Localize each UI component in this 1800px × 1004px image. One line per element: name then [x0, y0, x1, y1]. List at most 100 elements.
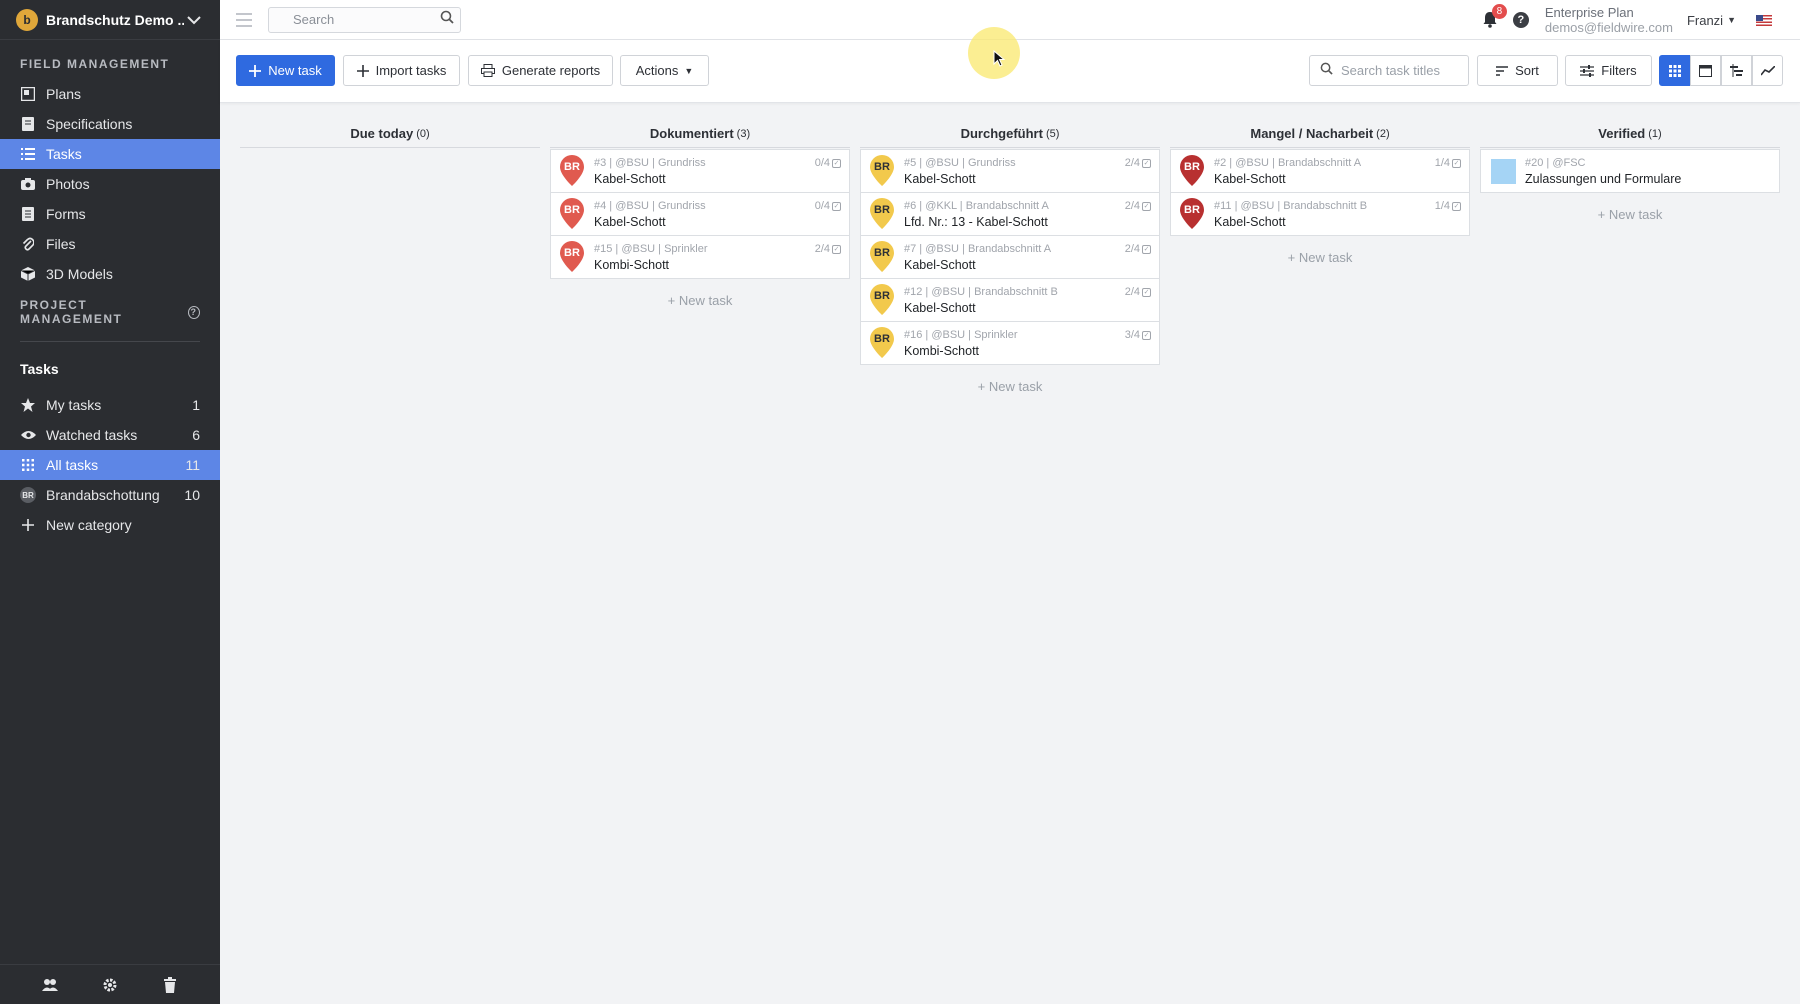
- project-logo: b: [16, 8, 38, 31]
- map-pin-icon: BR: [869, 327, 895, 359]
- checkbox-icon: ✓: [832, 201, 841, 211]
- task-title-search[interactable]: [1309, 55, 1469, 86]
- map-pin-icon: BR: [869, 284, 895, 316]
- column-count: (2): [1376, 127, 1390, 140]
- column-mangel-nacharbeit: Mangel / Nacharbeit (2) BR #2 | @BSU | Bran…: [1170, 120, 1470, 265]
- filters-button[interactable]: Filters: [1565, 55, 1652, 86]
- sidebar-item-count: 10: [184, 487, 200, 503]
- task-card[interactable]: BR #3 | @BSU | Grundriss Kabel-Schott 0/4 ✓: [550, 149, 850, 193]
- task-card[interactable]: BR #2 | @BSU | Brandabschnitt A Kabel-Scho…: [1170, 149, 1470, 193]
- sidebar-item-watched-tasks[interactable]: Watched tasks 6: [0, 420, 220, 450]
- card-list: BR #2 | @BSU | Brandabschnitt A Kabel-Scho…: [1170, 149, 1470, 236]
- new-task-button[interactable]: New task: [236, 55, 335, 86]
- pin-label: BR: [874, 161, 890, 173]
- checklist-count: 2/4: [1124, 286, 1140, 298]
- help-circle-icon[interactable]: ?: [187, 305, 200, 319]
- add-task-link[interactable]: + New task: [1170, 250, 1470, 265]
- sidebar-item-3d-models[interactable]: 3D Models: [0, 259, 220, 289]
- card-meta: #3 | @BSU | Grundriss: [594, 157, 706, 169]
- people-icon[interactable]: [41, 976, 59, 994]
- column-title: Due today: [350, 126, 414, 141]
- generate-reports-button[interactable]: Generate reports: [468, 55, 613, 86]
- chart-view-icon[interactable]: [1752, 55, 1783, 86]
- task-card[interactable]: BR #4 | @BSU | Grundriss Kabel-Schott 0/4 ✓: [550, 192, 850, 236]
- project-name: Brandschutz Demo ...: [46, 11, 184, 28]
- card-text: #12 | @BSU | Brandabschnitt B Kabel-Schot…: [904, 284, 1151, 316]
- import-tasks-button[interactable]: Import tasks: [343, 55, 460, 86]
- chevron-down-icon[interactable]: [184, 10, 204, 30]
- add-task-link[interactable]: + New task: [550, 293, 850, 308]
- card-meta: #16 | @BSU | Sprinkler: [904, 329, 1018, 341]
- add-task-link[interactable]: + New task: [1480, 207, 1780, 222]
- global-search[interactable]: [268, 6, 461, 33]
- plus-icon: [249, 64, 262, 77]
- pin-label: BR: [874, 333, 890, 345]
- sidebar-item-files[interactable]: Files: [0, 229, 220, 259]
- card-title: Kabel-Schott: [1214, 215, 1286, 229]
- hamburger-menu-icon[interactable]: [236, 12, 252, 27]
- pin-label: BR: [564, 161, 580, 173]
- us-flag-icon[interactable]: [1756, 14, 1772, 26]
- camera-icon: [20, 176, 36, 192]
- sidebar-item-my-tasks[interactable]: My tasks 1: [0, 390, 220, 420]
- checklist-count: 2/4: [1124, 200, 1140, 212]
- task-card[interactable]: BR #12 | @BSU | Brandabschnitt B Kabel-Sch…: [860, 278, 1160, 322]
- card-text: #20 | @FSC Zulassungen und Formulare: [1525, 155, 1771, 187]
- sidebar-item-all-tasks[interactable]: All tasks 11: [0, 450, 220, 480]
- sidebar-item-plans[interactable]: Plans: [0, 79, 220, 109]
- map-pin-icon: BR: [869, 155, 895, 187]
- plan-name: Enterprise Plan: [1544, 5, 1634, 20]
- card-title: Kombi-Schott: [904, 344, 980, 358]
- sidebar-item-photos[interactable]: Photos: [0, 169, 220, 199]
- card-meta: #15 | @BSU | Sprinkler: [594, 243, 708, 255]
- sort-button[interactable]: Sort: [1477, 55, 1558, 86]
- sidebar-item-brandabschottung[interactable]: BR Brandabschottung 10: [0, 480, 220, 510]
- calendar-view-icon[interactable]: [1690, 55, 1721, 86]
- task-card[interactable]: BR #11 | @BSU | Brandabschnitt B Kabel-Sch…: [1170, 192, 1470, 236]
- task-card[interactable]: BR #5 | @BSU | Grundriss Kabel-Schott 2/4 ✓: [860, 149, 1160, 193]
- checklist-progress: 2/4 ✓: [1125, 286, 1151, 298]
- search-input[interactable]: [293, 12, 440, 27]
- search-icon: [1320, 62, 1333, 80]
- task-card[interactable]: #20 | @FSC Zulassungen und Formulare: [1480, 149, 1780, 193]
- task-card[interactable]: BR #6 | @KKL | Brandabschnitt A Lfd. Nr.: …: [860, 192, 1160, 236]
- list-icon: [20, 146, 36, 162]
- sidebar-item-label: All tasks: [46, 457, 99, 473]
- pin-label: BR: [874, 247, 890, 259]
- caret-down-icon: ▼: [1727, 15, 1736, 25]
- plus-icon: [20, 517, 36, 533]
- user-menu[interactable]: Franzi ▼: [1687, 13, 1736, 28]
- card-meta: #2 | @BSU | Brandabschnitt A: [1214, 157, 1362, 169]
- task-search-input[interactable]: [1341, 63, 1461, 78]
- cube-icon: [20, 266, 36, 282]
- actions-dropdown[interactable]: Actions ▼: [620, 55, 709, 86]
- trash-icon[interactable]: [161, 976, 179, 994]
- task-card[interactable]: BR #16 | @BSU | Sprinkler Kombi-Schott 3/4 ✓: [860, 321, 1160, 365]
- field-management-nav: Plans Specifications Tasks Photos Forms Files…: [0, 79, 220, 289]
- br-category-icon: BR: [20, 487, 36, 503]
- sidebar-item-forms[interactable]: Forms: [0, 199, 220, 229]
- gantt-view-icon[interactable]: [1721, 55, 1752, 86]
- project-switcher[interactable]: b Brandschutz Demo ...: [0, 0, 220, 40]
- card-title: Kabel-Schott: [1214, 172, 1286, 186]
- search-icon[interactable]: [440, 10, 454, 29]
- gear-icon[interactable]: [101, 976, 119, 994]
- column-header: Verified (1): [1480, 120, 1780, 148]
- checklist-progress: 2/4 ✓: [1125, 200, 1151, 212]
- card-list: BR #5 | @BSU | Grundriss Kabel-Schott 2/4 ✓ B…: [860, 149, 1160, 365]
- board-view-grid-icon[interactable]: [1659, 55, 1690, 86]
- sidebar-item-tasks[interactable]: Tasks: [0, 139, 220, 169]
- column-title: Verified: [1598, 126, 1646, 141]
- card-title: Kombi-Schott: [594, 258, 670, 272]
- task-card[interactable]: BR #7 | @BSU | Brandabschnitt A Kabel-Scho…: [860, 235, 1160, 279]
- import-tasks-label: Import tasks: [375, 63, 447, 78]
- checkbox-icon: ✓: [832, 244, 841, 254]
- bell-icon[interactable]: 8: [1481, 4, 1507, 30]
- sidebar-item-label: Specifications: [46, 116, 133, 132]
- sidebar-item-specifications[interactable]: Specifications: [0, 109, 220, 139]
- add-task-link[interactable]: + New task: [860, 379, 1160, 394]
- help-icon[interactable]: ?: [1512, 12, 1529, 28]
- task-card[interactable]: BR #15 | @BSU | Sprinkler Kombi-Schott 2/4 ✓: [550, 235, 850, 279]
- sidebar-item-new-category[interactable]: New category: [0, 510, 220, 540]
- pin-label: BR: [1184, 204, 1200, 216]
